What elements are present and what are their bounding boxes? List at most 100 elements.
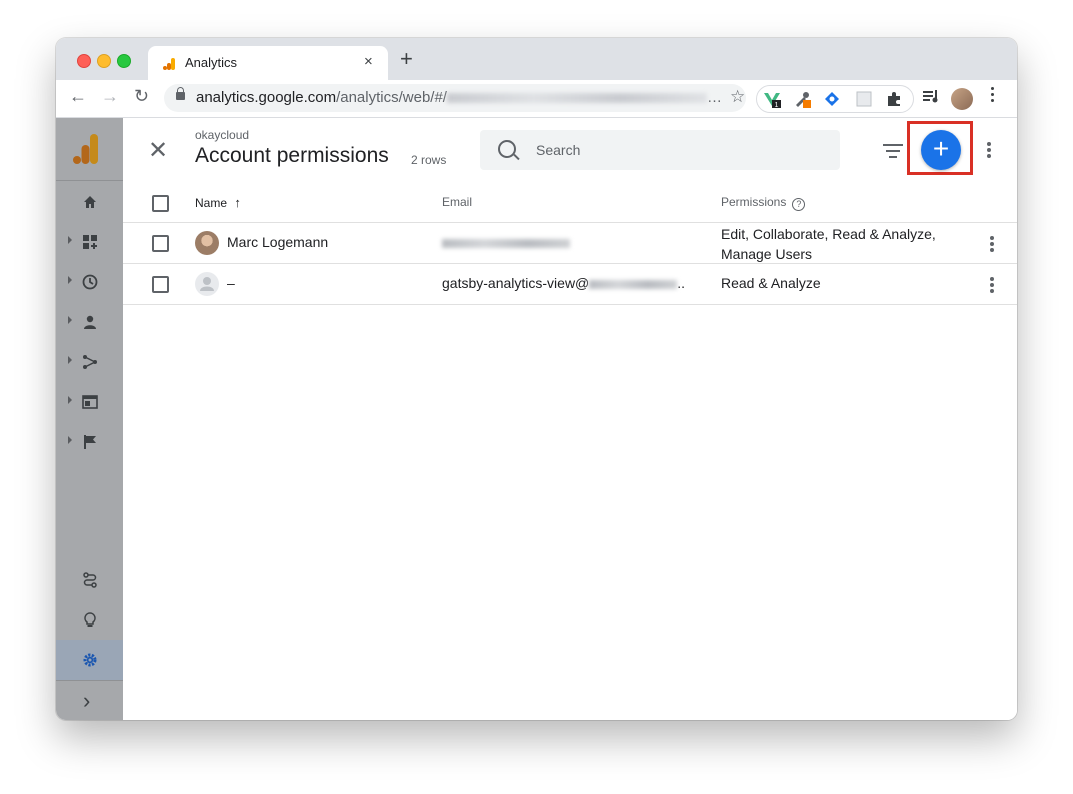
realtime-icon (82, 274, 98, 290)
user-email: gatsby-analytics-view@.. (442, 275, 685, 291)
expand-arrow-icon (68, 436, 72, 444)
expand-arrow-icon (68, 276, 72, 284)
sidebar-item-attribution[interactable] (56, 560, 123, 600)
account-name: okaycloud (195, 128, 250, 142)
expand-arrow-icon (68, 356, 72, 364)
sidebar-item-realtime[interactable] (56, 262, 123, 302)
sidebar-item-audience[interactable] (56, 302, 123, 342)
table-header: Name ↑ Email Permissions? (123, 182, 1017, 223)
expand-arrow-icon (68, 236, 72, 244)
sidebar-item-discover[interactable] (56, 600, 123, 640)
page-title: Account permissions (195, 144, 389, 167)
reload-button[interactable]: ↻ (134, 86, 149, 107)
user-permissions-line1: Edit, Collaborate, Read & Analyze, (721, 226, 936, 242)
select-all-checkbox[interactable] (152, 195, 169, 212)
email-prefix: gatsby-analytics-view@ (442, 275, 590, 291)
analytics-logo-icon (73, 134, 98, 164)
extensions-group: 1 (756, 85, 914, 113)
lock-icon (176, 87, 185, 100)
row-more-options-icon[interactable] (990, 236, 994, 254)
more-options-icon[interactable] (987, 142, 991, 160)
home-icon (84, 196, 96, 208)
avatar (195, 231, 219, 255)
sidebar-expand-button[interactable]: › (56, 680, 123, 720)
user-email (442, 234, 570, 250)
sidebar-item-behavior[interactable] (56, 382, 123, 422)
column-header-email[interactable]: Email (442, 195, 472, 209)
audience-icon (84, 315, 96, 329)
search-placeholder: Search (536, 142, 581, 158)
tab-strip: Analytics × + (56, 38, 1017, 80)
search-input[interactable]: Search (480, 130, 840, 170)
url-redacted (446, 93, 707, 104)
profile-avatar[interactable] (951, 88, 973, 110)
rows-count: 2 rows (411, 153, 447, 167)
help-icon[interactable]: ? (792, 198, 806, 211)
table-row[interactable]: – gatsby-analytics-view@.. Read & Analyz… (123, 264, 1017, 305)
browser-menu-icon[interactable] (991, 87, 995, 105)
expand-arrow-icon (68, 396, 72, 404)
analytics-logo (56, 118, 123, 181)
analytics-favicon-icon (163, 58, 175, 70)
forward-button[interactable]: → (101, 86, 119, 107)
bookmark-star-icon[interactable]: ☆ (730, 87, 745, 107)
url-text: analytics.google.com/analytics/web/#/ … (196, 89, 722, 106)
tab-close-icon[interactable]: × (364, 53, 373, 70)
extension-placeholder-icon[interactable] (855, 90, 873, 108)
browser-window: Analytics × + ← → ↻ analytics.google.com… (56, 38, 1017, 720)
url-ellipsis: … (706, 89, 722, 106)
attribution-icon (83, 572, 97, 588)
url-host: analytics.google.com (196, 89, 337, 106)
column-name-label: Name (195, 196, 228, 210)
analytics-app: › ✕ okaycloud Account permissions 2 rows… (56, 118, 1017, 720)
user-name: – (227, 275, 235, 291)
close-window-button[interactable] (77, 54, 91, 68)
tab-analytics[interactable]: Analytics × (148, 46, 388, 80)
url-path: /analytics/web/#/ (336, 89, 447, 106)
user-name: Marc Logemann (227, 234, 329, 250)
sidebar-item-home[interactable] (56, 182, 123, 222)
sidebar-item-admin[interactable] (56, 640, 123, 680)
extension-vue-icon[interactable]: 1 (763, 90, 781, 108)
close-icon[interactable]: ✕ (148, 139, 168, 163)
avatar (195, 272, 219, 296)
maximize-window-button[interactable] (117, 54, 131, 68)
person-placeholder-icon (200, 277, 214, 291)
tab-title: Analytics (185, 55, 238, 70)
sidebar: › (56, 118, 123, 720)
extension-badge: 1 (775, 102, 779, 108)
browser-toolbar: ← → ↻ analytics.google.com/analytics/web… (56, 80, 1017, 118)
discover-icon (84, 612, 96, 627)
add-user-button[interactable]: + (921, 130, 961, 170)
expand-arrow-icon (68, 316, 72, 324)
minimize-window-button[interactable] (97, 54, 111, 68)
chevron-right-icon: › (83, 688, 91, 713)
table-row[interactable]: Marc Logemann Edit, Collaborate, Read & … (123, 223, 1017, 264)
row-checkbox[interactable] (152, 276, 169, 293)
back-button[interactable]: ← (69, 86, 87, 107)
sort-arrow-up-icon: ↑ (234, 195, 241, 210)
row-more-options-icon[interactable] (990, 277, 994, 295)
extension-eyedropper-icon[interactable] (793, 90, 811, 108)
dashboard-icon (83, 235, 97, 249)
address-bar[interactable]: analytics.google.com/analytics/web/#/ … ☆ (164, 84, 746, 112)
filter-icon[interactable] (883, 144, 903, 162)
sidebar-item-conversions[interactable] (56, 422, 123, 462)
column-header-name[interactable]: Name ↑ (195, 195, 241, 210)
extensions-puzzle-icon[interactable] (885, 90, 903, 108)
sidebar-item-customization[interactable] (56, 222, 123, 262)
account-permissions-panel: ✕ okaycloud Account permissions 2 rows S… (123, 118, 1017, 720)
behavior-icon (82, 395, 98, 409)
row-checkbox[interactable] (152, 235, 169, 252)
email-redacted (442, 238, 570, 248)
extension-tag-icon[interactable] (823, 90, 841, 108)
email-redacted (589, 279, 678, 289)
sidebar-item-acquisition[interactable] (56, 342, 123, 382)
column-header-permissions[interactable]: Permissions? (721, 195, 806, 211)
column-permissions-label: Permissions (721, 195, 787, 209)
new-tab-button[interactable]: + (400, 48, 413, 70)
email-suffix: .. (677, 275, 686, 291)
media-control-icon[interactable] (922, 87, 940, 105)
user-permissions-line2: Manage Users (721, 246, 813, 262)
admin-gear-icon (83, 653, 97, 667)
